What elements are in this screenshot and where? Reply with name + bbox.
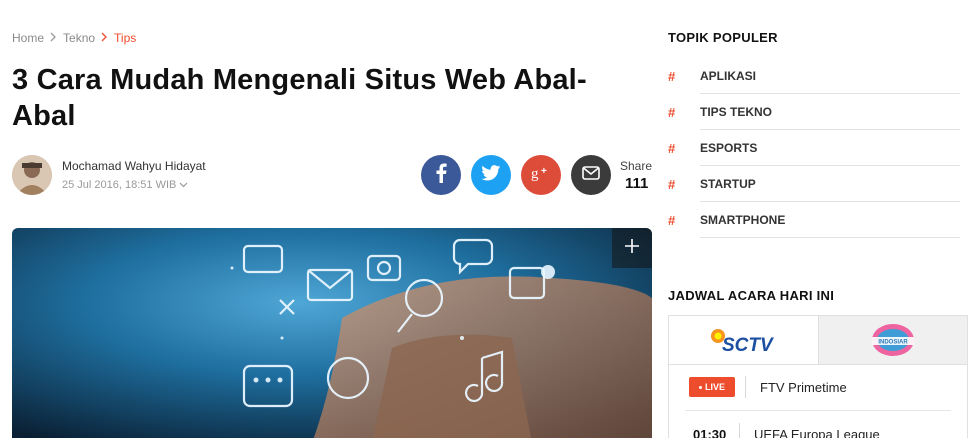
publish-date: 25 Jul 2016, 18:51 WIB xyxy=(62,179,188,191)
share-twitter-button[interactable] xyxy=(471,155,511,195)
avatar[interactable] xyxy=(12,155,52,195)
topic-label: SMARTPHONE xyxy=(700,213,786,227)
twitter-icon xyxy=(481,164,501,186)
topic-item-tips-tekno[interactable]: # TIPS TEKNO xyxy=(668,94,960,130)
topic-item-smartphone[interactable]: # SMARTPHONE xyxy=(668,202,960,238)
expand-image-button[interactable] xyxy=(612,228,652,268)
hashtag-icon: # xyxy=(668,68,676,84)
schedule-heading: JADWAL ACARA HARI INI xyxy=(668,288,835,303)
chevron-down-icon[interactable] xyxy=(179,179,188,191)
sctv-logo-text: SCTV xyxy=(722,335,774,355)
chevron-right-icon xyxy=(50,32,57,45)
tv-schedule-widget: SCTV INDOSIAR LIVE FTV Primetime 01:30 U… xyxy=(668,315,968,438)
author-name[interactable]: Mochamad Wahyu Hidayat xyxy=(62,159,206,173)
hashtag-icon: # xyxy=(668,176,676,192)
topic-label: ESPORTS xyxy=(700,141,758,155)
article-title: 3 Cara Mudah Mengenali Situs Web Abal-Ab… xyxy=(12,64,587,132)
divider xyxy=(700,237,960,238)
divider xyxy=(745,376,746,398)
schedule-row[interactable]: LIVE FTV Primetime xyxy=(669,365,967,409)
channel-tabs: SCTV INDOSIAR xyxy=(669,316,967,365)
tab-sctv[interactable]: SCTV xyxy=(669,316,818,364)
hashtag-icon: # xyxy=(668,140,676,156)
topic-list: # APLIKASI # TIPS TEKNO # ESPORTS # STAR… xyxy=(668,58,960,238)
topic-label: TIPS TEKNO xyxy=(700,105,773,119)
facebook-icon xyxy=(435,163,447,188)
indosiar-logo-text: INDOSIAR xyxy=(878,340,908,346)
tab-indosiar[interactable]: INDOSIAR xyxy=(818,316,967,364)
topic-label: STARTUP xyxy=(700,177,756,191)
share-count: 111 xyxy=(625,175,649,192)
schedule-row[interactable]: 01:30 UEFA Europa League xyxy=(669,412,967,438)
share-facebook-button[interactable] xyxy=(421,155,461,195)
topics-heading: TOPIK POPULER xyxy=(668,30,778,45)
breadcrumb-home[interactable]: Home xyxy=(12,31,44,45)
program-time: 01:30 xyxy=(693,426,727,438)
live-badge: LIVE xyxy=(689,377,735,397)
sctv-logo: SCTV xyxy=(710,329,774,355)
topic-item-startup[interactable]: # STARTUP xyxy=(668,166,960,202)
topic-item-aplikasi[interactable]: # APLIKASI xyxy=(668,58,960,94)
breadcrumb: Home Tekno Tips xyxy=(12,31,136,45)
breadcrumb-current[interactable]: Tips xyxy=(114,31,136,45)
hashtag-icon: # xyxy=(668,212,676,228)
indosiar-logo: INDOSIAR xyxy=(872,324,914,356)
divider xyxy=(739,423,740,438)
divider xyxy=(685,410,951,411)
topic-item-esports[interactable]: # ESPORTS xyxy=(668,130,960,166)
mail-icon xyxy=(582,165,600,185)
share-email-button[interactable] xyxy=(571,155,611,195)
program-title: UEFA Europa League xyxy=(754,426,880,438)
svg-text:g: g xyxy=(531,166,539,181)
program-title: FTV Primetime xyxy=(760,379,847,395)
live-badge-text: LIVE xyxy=(704,382,725,392)
chevron-right-icon xyxy=(101,32,108,45)
hashtag-icon: # xyxy=(668,104,676,120)
topic-label: APLIKASI xyxy=(700,69,757,83)
breadcrumb-section[interactable]: Tekno xyxy=(63,31,95,45)
dot-icon xyxy=(698,385,702,389)
share-label: Share xyxy=(620,159,653,173)
publish-date-text: 25 Jul 2016, 18:51 WIB xyxy=(62,179,177,191)
article-hero-image[interactable] xyxy=(12,228,652,438)
google-plus-icon: g + xyxy=(530,165,552,186)
svg-text:+: + xyxy=(541,166,547,177)
plus-icon xyxy=(624,238,640,259)
share-google-plus-button[interactable]: g + xyxy=(521,155,561,195)
